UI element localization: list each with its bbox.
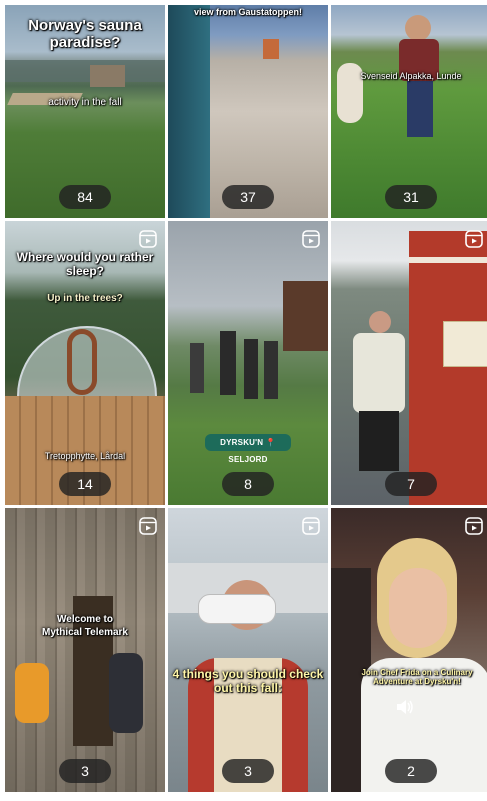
dancer [220, 331, 236, 395]
post-caption: Join Chef Frida on a Culinary Adventure … [361, 668, 473, 687]
info-sign [443, 321, 487, 367]
post-tile[interactable]: Where would you rather sleep? Up in the … [5, 221, 165, 505]
post-caption: Norway's sauna paradise? [28, 17, 142, 52]
reel-icon [302, 230, 320, 248]
post-caption: 4 things you should check out this fall: [172, 667, 324, 695]
reel-icon [465, 517, 483, 535]
view-count-badge: 7 [385, 472, 437, 496]
post-tile[interactable]: Norway's sauna paradise? activity in the… [5, 5, 165, 218]
tent-door [67, 329, 97, 395]
vr-headset [198, 594, 276, 624]
person-jacket [353, 333, 405, 413]
red-marker [263, 39, 279, 59]
person [244, 339, 258, 399]
post-tile[interactable]: Svenseid Alpakka, Lunde 31 [331, 5, 487, 218]
post-caption-secondary: Mythical Telemark [42, 627, 128, 638]
post-tile[interactable]: 4 things you should check out this fall:… [168, 508, 328, 792]
person-head [405, 15, 431, 41]
sound-icon[interactable] [395, 698, 415, 716]
railing-post [168, 5, 210, 218]
post-caption: Welcome to [57, 614, 113, 625]
view-count-badge: 37 [222, 185, 274, 209]
post-tile[interactable]: view from Gaustatoppen! 37 [168, 5, 328, 218]
view-count-badge: 14 [59, 472, 111, 496]
reel-icon [302, 517, 320, 535]
view-count-badge: 8 [222, 472, 274, 496]
post-grid: Norway's sauna paradise? activity in the… [5, 5, 487, 792]
post-caption: Where would you rather sleep? [16, 250, 154, 278]
person-face [389, 568, 447, 648]
reel-icon [465, 230, 483, 248]
post-tile[interactable]: DYRSKU'N 📍SELJORD 8 [168, 221, 328, 505]
location-caption: Tretopphytte, Lårdal [44, 451, 126, 461]
view-count-badge: 3 [222, 759, 274, 783]
wooden-building [283, 281, 328, 351]
person [264, 341, 278, 399]
building-trim [409, 257, 487, 263]
person-head [369, 311, 391, 333]
post-caption-secondary: Up in the trees? [47, 293, 123, 304]
person [190, 343, 204, 393]
post-caption: view from Gaustatoppen! [193, 7, 302, 17]
post-caption-secondary: activity in the fall [48, 97, 122, 108]
view-count-badge: 31 [385, 185, 437, 209]
red-building [409, 231, 487, 505]
person-orange-jacket [15, 663, 49, 723]
view-count-badge: 2 [385, 759, 437, 783]
post-tile[interactable]: 7 [331, 221, 487, 505]
view-count-badge: 3 [59, 759, 111, 783]
person-jeans [407, 81, 433, 137]
lake-shape [5, 60, 165, 82]
view-count-badge: 84 [59, 185, 111, 209]
reel-icon [139, 517, 157, 535]
sauna-hut [90, 65, 125, 87]
post-tile[interactable]: Join Chef Frida on a Culinary Adventure … [331, 508, 487, 792]
reel-icon [139, 230, 157, 248]
post-tile[interactable]: Welcome to Mythical Telemark 3 [5, 508, 165, 792]
post-caption: Svenseid Alpakka, Lunde [360, 71, 462, 81]
person-pants [359, 411, 399, 471]
person-dark-jacket [109, 653, 143, 733]
location-label: DYRSKU'N 📍SELJORD [205, 434, 291, 464]
